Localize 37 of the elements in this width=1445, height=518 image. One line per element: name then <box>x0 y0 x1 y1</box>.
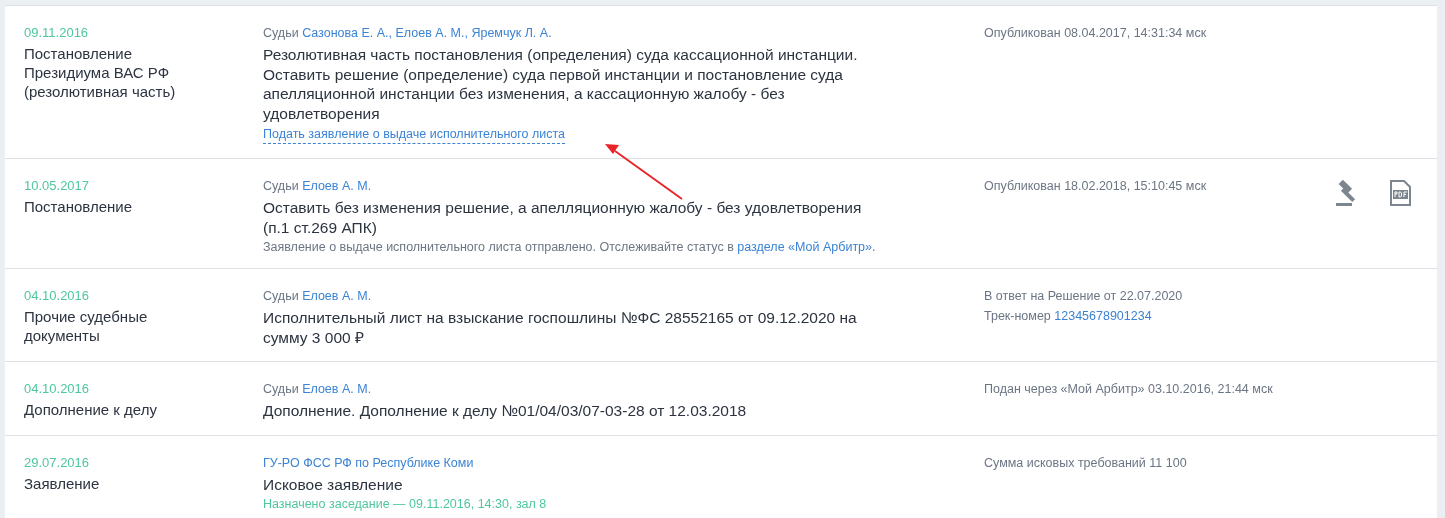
document-meta: Опубликован 08.04.2017, 14:31:34 мск <box>984 25 1208 42</box>
status-note: Заявление о выдаче исполнительного листа отправлено. Отслеживайте статус в разделе «Мой Арбитр». <box>263 240 877 254</box>
document-type: Дополнение к делу <box>24 400 158 419</box>
judge-link[interactable]: Елоев А. М. <box>302 179 372 193</box>
document-meta: Сумма исковых требований 11 100 <box>984 454 1188 472</box>
document-type: Постановление <box>24 197 134 216</box>
document-date: 04.10.2016 <box>24 381 91 396</box>
document-summary: Дополнение. Дополнение к делу №01/04/03/07-03-28 от 12.03.2018 <box>263 401 748 421</box>
issue-writ-link[interactable]: Подать заявление о выдаче исполнительного листа <box>263 126 566 144</box>
judges-label: Судьи <box>263 26 300 40</box>
judge-link[interactable]: Яремчук Л. А. <box>471 26 552 40</box>
judge-link[interactable]: Елоев А. М. <box>302 289 372 303</box>
document-type: Постановление Президиума ВАС РФ (резолютивная часть) <box>24 44 177 101</box>
document-date: 09.11.2016 <box>24 25 90 40</box>
section-link[interactable]: разделе «Мой Арбитр» <box>737 240 873 254</box>
document-type: Прочие судебные документы <box>24 307 149 345</box>
document-date: 10.05.2017 <box>24 178 91 193</box>
document-date: 29.07.2016 <box>24 454 91 470</box>
track-number-link[interactable]: 12345678901234 <box>1054 309 1152 323</box>
document-meta: Подан через «Мой Арбитр» 03.10.2016, 21:44 мск <box>984 381 1274 398</box>
document-meta: Опубликован 18.02.2018, 15:10:45 мск <box>984 178 1208 195</box>
document-summary: Исполнительный лист на взыскание госпошлины №ФС 28552165 от 09.12.2020 на сумму 3 000 ₽ <box>263 308 858 347</box>
document-summary: Оставить без изменения решение, а апелляционную жалобу - без удовлетворения (п.1 ст.269 АПК) <box>263 198 863 237</box>
judges-label: Судьи <box>263 289 300 303</box>
author-link[interactable]: ГУ-РО ФСС РФ по Республике Коми <box>263 455 474 470</box>
document-date: 04.10.2016 <box>24 288 91 303</box>
judge-link[interactable]: Сазонова Е. А., <box>302 26 392 40</box>
hearing-status: Назначено заседание — 09.11.2016, 14:30, зал 8 <box>263 497 548 511</box>
judges-label: Судьи <box>263 179 300 193</box>
document-summary: Резолютивная часть постановления (определения) суда кассационной инстанции. Оставить решение (определение) суда первой инстанции и постановление суда апелляционной инстанции без изменения, а кассационную жалобу - без удовлетворения <box>263 45 859 123</box>
document-summary: Исковое заявление <box>263 474 404 494</box>
document-type: Заявление <box>24 473 101 493</box>
judge-link[interactable]: Елоев А. М. <box>302 382 372 396</box>
judge-link[interactable]: Елоев А. М., <box>395 26 468 40</box>
judges-label: Судьи <box>263 382 300 396</box>
document-meta: Трек-номер 12345678901234 <box>984 308 1153 325</box>
document-meta: В ответ на Решение от 22.07.2020 <box>984 288 1184 305</box>
